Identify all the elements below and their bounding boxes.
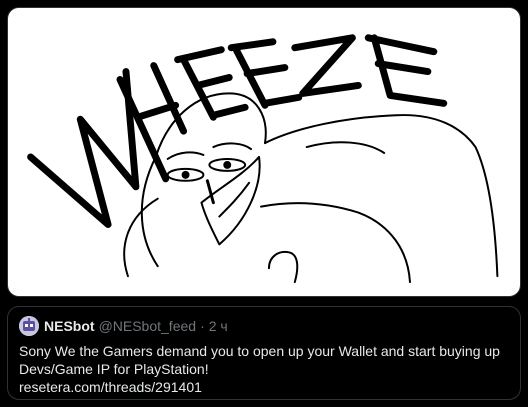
quoted-handle[interactable]: @NESbot_feed [99, 316, 197, 336]
avatar[interactable] [19, 316, 39, 336]
quoted-tweet-text: Sony We the Gamers demand you to open up… [19, 342, 510, 396]
tweet-media-frame: NESbot @NESbot_feed · 2 ч Sony We the Ga… [0, 0, 528, 407]
quoted-tweet-header: NESbot @NESbot_feed · 2 ч [19, 316, 510, 336]
quoted-text-line-2: Devs/Game IP for PlayStation! [19, 361, 209, 377]
quoted-tweet-card[interactable]: NESbot @NESbot_feed · 2 ч Sony We the Ga… [7, 306, 521, 400]
figure-pupil-left [181, 170, 190, 179]
cartoon-wheeze-drawing [8, 8, 520, 296]
quoted-link[interactable]: resetera.com/threads/291401 [19, 378, 510, 396]
figure-pupil-right [223, 160, 232, 169]
quoted-text-line-1: Sony We the Gamers demand you to open up… [19, 343, 500, 359]
robot-avatar-icon [19, 316, 39, 336]
tweet-image[interactable] [7, 7, 521, 297]
header-separator: · [200, 318, 205, 334]
quoted-timestamp[interactable]: 2 ч [209, 316, 228, 336]
quoted-display-name[interactable]: NESbot [44, 316, 95, 336]
